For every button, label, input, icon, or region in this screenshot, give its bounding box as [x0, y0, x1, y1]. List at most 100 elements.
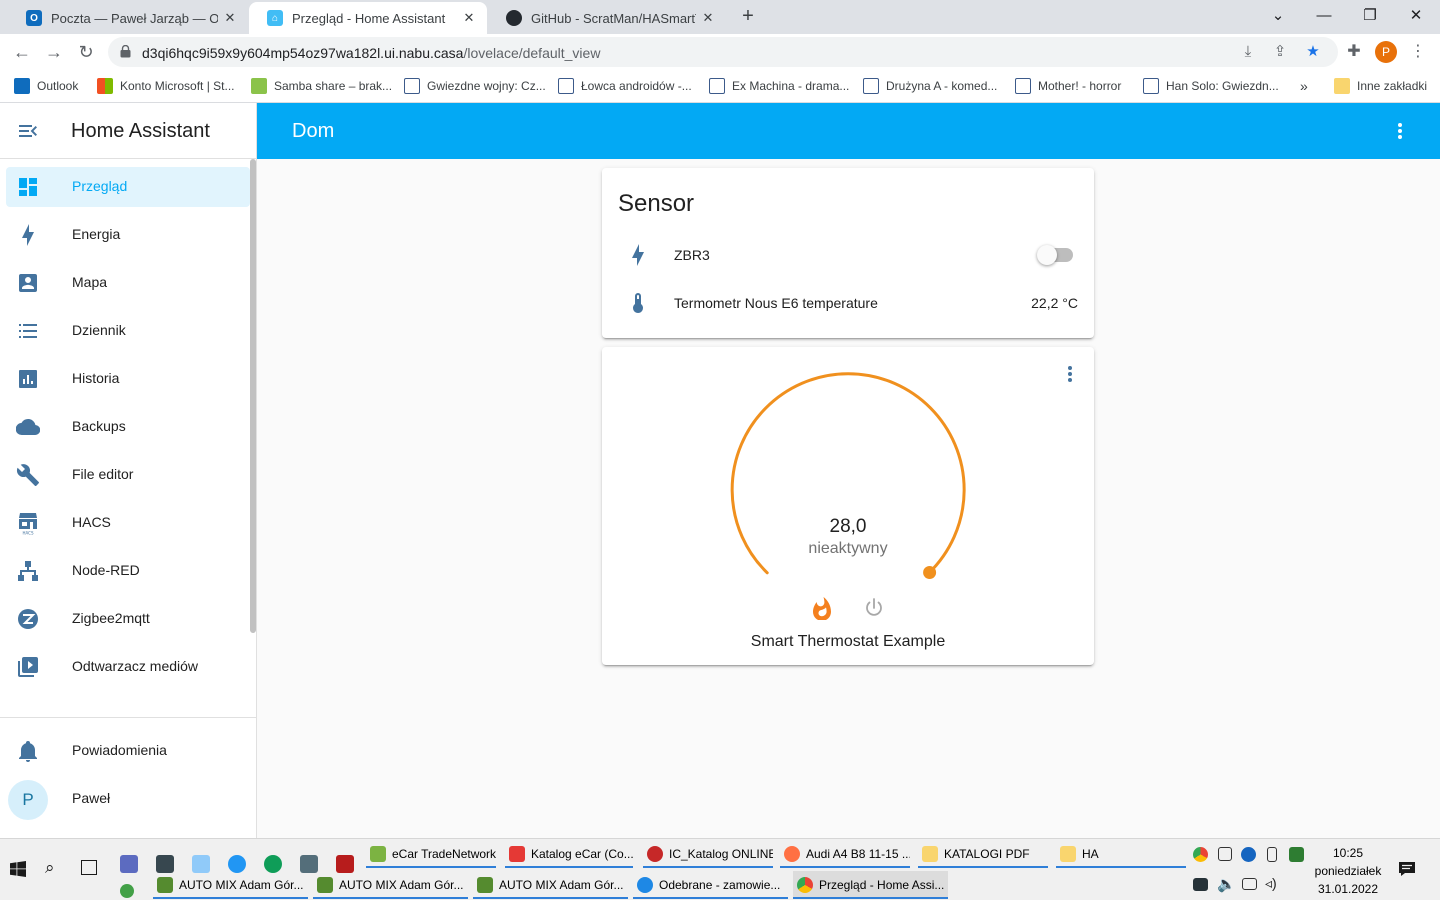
forward-icon[interactable]: →	[42, 40, 66, 64]
bookmarks-overflow-button[interactable]: »	[1300, 76, 1308, 96]
minimize-icon[interactable]: —	[1312, 4, 1336, 28]
bookmark-label: Ex Machina - drama...	[732, 79, 850, 93]
network-icon[interactable]	[1242, 878, 1257, 890]
bookmark-label: Łowca androidów -...	[581, 79, 692, 93]
sidebar-item-profile[interactable]: Paweł	[6, 779, 250, 819]
tab-outlook[interactable]: O Poczta — Paweł Jarząb — Outlook ✕	[8, 2, 248, 34]
bookmark-label: Inne zakładki	[1357, 79, 1428, 93]
new-tab-button[interactable]: +	[737, 5, 759, 27]
sidebar-item-energia[interactable]: Energia	[6, 215, 250, 255]
wrench-icon	[16, 464, 39, 486]
zigbee-icon	[18, 609, 38, 629]
target-temperature: 28,0	[829, 516, 867, 537]
sidebar-item-notifications[interactable]: Powiadomienia	[6, 731, 250, 771]
browser-toolbar: ← → ↻ d3qi6hqc9i59x9y604mp54oz97wa182l.u…	[0, 34, 1440, 70]
shield-icon[interactable]	[1289, 847, 1304, 862]
sidebar-item-zigbee2mqtt[interactable]: Zigbee2mqtt	[6, 599, 250, 639]
profile-avatar[interactable]: P	[1375, 41, 1397, 63]
sidebar-item-mapa[interactable]: Mapa	[6, 263, 250, 303]
address-bar[interactable]: d3qi6hqc9i59x9y604mp54oz97wa182l.ui.nabu…	[108, 37, 1338, 67]
bookmark-item[interactable]: Samba share – brak...	[251, 76, 392, 96]
task-view-icon[interactable]	[81, 860, 97, 875]
notifications-icon[interactable]	[1398, 861, 1416, 877]
app-icon[interactable]	[120, 884, 134, 898]
tray-icon[interactable]	[1218, 847, 1232, 861]
zbr3-toggle[interactable]	[1037, 245, 1073, 265]
search-icon[interactable]: ⌕	[45, 858, 55, 878]
chrome-tray-icon[interactable]	[1193, 847, 1208, 862]
windows-start-icon[interactable]	[10, 861, 26, 877]
taskbar-window[interactable]: AUTO MIX Adam Gór...	[473, 871, 628, 899]
usb-icon[interactable]	[1267, 847, 1277, 862]
sidebar-item-przeglad[interactable]: Przegląd	[6, 167, 250, 207]
extensions-icon[interactable]: ✚	[1342, 40, 1366, 64]
close-icon[interactable]: ✕	[222, 10, 238, 26]
window-close-icon[interactable]: ✕	[1404, 4, 1428, 28]
sidebar-item-label: Powiadomienia	[72, 742, 167, 758]
taskbar-window[interactable]: AUTO MIX Adam Gór...	[313, 871, 468, 899]
close-icon[interactable]: ✕	[700, 10, 716, 26]
speaker-icon[interactable]: ◃)	[1265, 875, 1277, 892]
sidebar-item-file-editor[interactable]: File editor	[6, 455, 250, 495]
sidebar-item-backups[interactable]: Backups	[6, 407, 250, 447]
sidebar-scrollbar[interactable]	[250, 159, 256, 633]
taskbar-window[interactable]: AUTO MIX Adam Gór...	[153, 871, 308, 899]
folder-icon	[1060, 846, 1076, 862]
tab-title: Poczta — Paweł Jarząb — Outlook	[51, 10, 218, 26]
browser-menu-icon[interactable]: ⋮	[1406, 40, 1430, 64]
taskbar-window[interactable]: eCar TradeNetwork	[366, 840, 496, 868]
fire-icon[interactable]	[810, 596, 834, 620]
dial-handle[interactable]	[923, 566, 937, 579]
tray-icon[interactable]	[1241, 847, 1256, 862]
reload-icon[interactable]: ↻	[74, 40, 98, 64]
entity-name: Termometr Nous E6 temperature	[674, 295, 878, 311]
url-text: d3qi6hqc9i59x9y604mp54oz97wa182l.ui.nabu…	[142, 45, 600, 61]
sidebar-item-hacs[interactable]: HACS HACS	[6, 503, 250, 543]
sidebar-item-node-red[interactable]: Node-RED	[6, 551, 250, 591]
bookmark-item[interactable]: Outlook	[14, 76, 78, 96]
install-icon[interactable]: ⤓	[1239, 43, 1257, 61]
volume-icon[interactable]: 🔈	[1217, 875, 1236, 893]
tab-home-assistant[interactable]: ⌂ Przegląd - Home Assistant ✕	[249, 2, 487, 34]
back-icon[interactable]: ←	[10, 40, 34, 64]
tab-github[interactable]: GitHub - ScratMan/HASmartThermostat ✕	[488, 2, 726, 34]
bookmark-folder[interactable]: Inne zakładki	[1334, 76, 1427, 96]
bookmark-item[interactable]: Konto Microsoft | St...	[97, 76, 235, 96]
taskbar-window[interactable]: Katalog eCar (Co...	[505, 840, 633, 868]
entity-row-temperature[interactable]: Termometr Nous E6 temperature 22,2 °C	[618, 283, 1078, 323]
sidebar-item-label: Historia	[72, 370, 120, 386]
sidebar-item-odtwarzacz-mediow[interactable]: Odtwarzacz mediów	[6, 647, 250, 687]
bookmark-item[interactable]: Łowca androidów -...	[558, 76, 692, 96]
taskbar-window[interactable]: Audi A4 B8 11-15 ...	[780, 840, 910, 868]
menu-open-icon[interactable]	[16, 119, 40, 143]
overflow-menu-icon[interactable]	[1388, 119, 1412, 143]
microsoft-icon	[97, 78, 113, 94]
sidebar-item-historia[interactable]: Historia	[6, 359, 250, 399]
bookmark-item[interactable]: Drużyna A - komed...	[863, 76, 997, 96]
taskbar-window[interactable]: Odebrane - zamowie...	[633, 871, 788, 899]
windows-taskbar: ⌕ eCar TradeNetwork Katalog eCar (Co... …	[0, 838, 1440, 900]
bookmark-item[interactable]: Gwiezdne wojny: Cz...	[404, 76, 546, 96]
bookmark-star-icon[interactable]: ★	[1304, 43, 1322, 61]
tray-icon[interactable]	[1193, 878, 1208, 891]
taskbar-window[interactable]: HA	[1056, 840, 1186, 868]
system-clock[interactable]: 10:25 poniedziałek 31.01.2022	[1312, 844, 1384, 898]
taskbar-window[interactable]: IC_Katalog ONLINE	[643, 840, 773, 868]
card-menu-icon[interactable]	[1058, 362, 1082, 386]
hacs-icon: HACS	[19, 513, 37, 535]
bookmark-item[interactable]: Ex Machina - drama...	[709, 76, 849, 96]
bookmark-item[interactable]: Mother! - horror	[1015, 76, 1121, 96]
entity-row-zbr3[interactable]: ZBR3	[618, 235, 1078, 275]
app-icon	[317, 877, 333, 893]
taskbar-window[interactable]: KATALOGI PDF	[918, 840, 1048, 868]
bookmark-item[interactable]: Han Solo: Gwiezdn...	[1143, 76, 1279, 96]
sidebar-item-dziennik[interactable]: Dziennik	[6, 311, 250, 351]
restore-icon[interactable]: ❐	[1358, 4, 1382, 28]
share-icon[interactable]: ⇪	[1271, 43, 1289, 61]
close-icon[interactable]: ✕	[461, 10, 477, 26]
url-path: /lovelace/default_view	[463, 45, 601, 61]
tab-search-icon[interactable]: ⌄	[1266, 4, 1290, 28]
power-icon[interactable]	[862, 596, 886, 620]
taskbar-window-active[interactable]: Przegląd - Home Assi...	[793, 871, 948, 899]
app-icon[interactable]	[120, 855, 138, 873]
